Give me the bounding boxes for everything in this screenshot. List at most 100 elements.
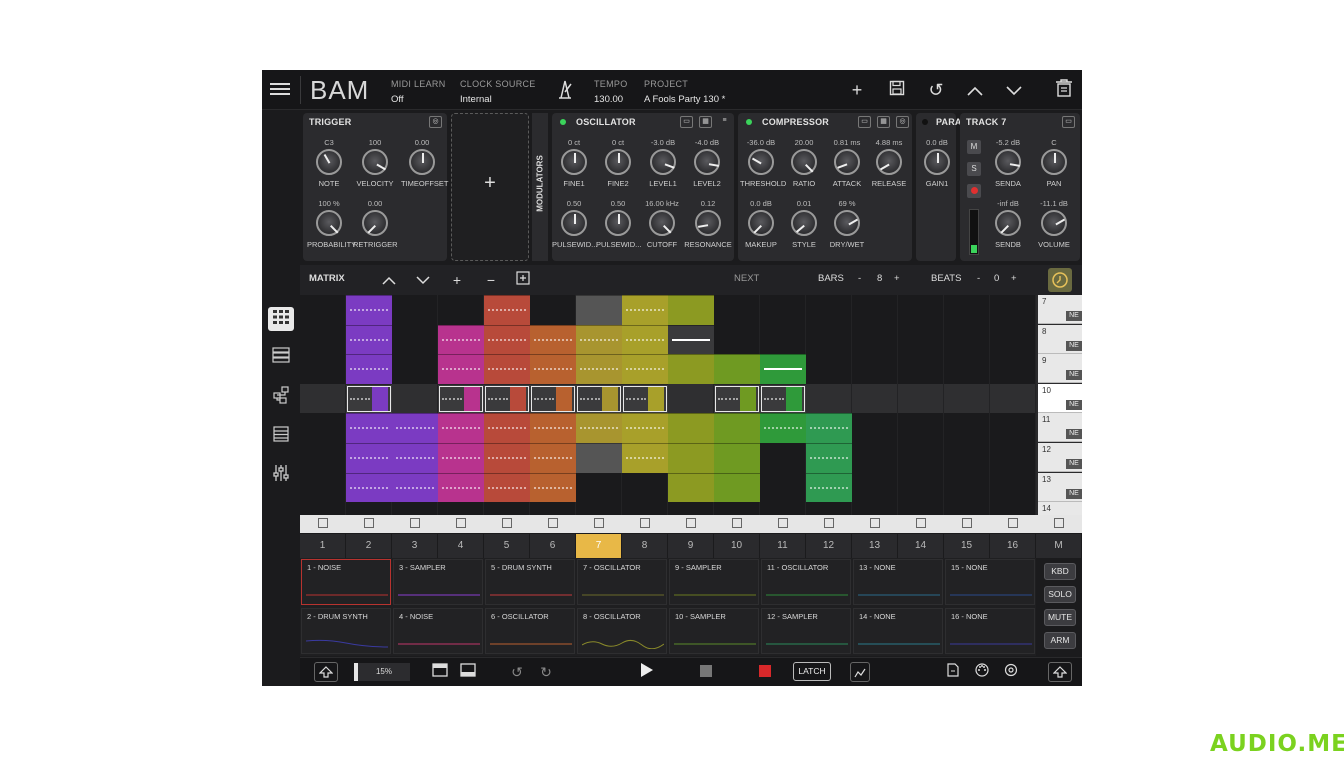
volume-knob[interactable]: -11.1 dB VOLUME xyxy=(1032,199,1076,249)
track-tile[interactable]: 12 - SAMPLER xyxy=(761,608,851,654)
scene-next-action[interactable]: NE xyxy=(1066,429,1082,440)
stop-clip-button[interactable] xyxy=(364,518,374,528)
clip-slot[interactable] xyxy=(576,443,622,473)
clip-slot[interactable] xyxy=(530,413,576,443)
scene-launch-11[interactable]: 11 NE xyxy=(1038,413,1082,443)
fine1-knob[interactable]: 0 ct FINE1 xyxy=(554,138,594,188)
gain1-knob[interactable]: 0.0 dB GAIN1 xyxy=(918,138,956,188)
clip-slot[interactable] xyxy=(714,443,760,473)
clip-slot[interactable] xyxy=(346,383,392,414)
makeup-knob[interactable]: 0.0 dB MAKEUP xyxy=(740,199,782,249)
clip-slot[interactable] xyxy=(438,443,484,473)
pan-knob[interactable]: C PAN xyxy=(1032,138,1076,188)
mute-mode-button[interactable]: MUTE xyxy=(1044,609,1076,626)
track-number-14[interactable]: 14 xyxy=(898,534,944,558)
stop-clip-button[interactable] xyxy=(502,518,512,528)
track-tile[interactable]: 10 - SAMPLER xyxy=(669,608,759,654)
stop-icon[interactable] xyxy=(696,662,716,682)
para-led[interactable] xyxy=(922,119,928,125)
clip-slot[interactable] xyxy=(622,295,668,325)
chevron-up-icon[interactable] xyxy=(964,79,986,101)
clip-slot[interactable] xyxy=(438,383,484,414)
solo-mode-button[interactable]: SOLO xyxy=(1044,586,1076,603)
preset-icon[interactable]: ▭ xyxy=(680,116,693,128)
clip-slot[interactable] xyxy=(392,413,438,443)
expand-up-icon[interactable] xyxy=(1048,662,1072,682)
solo-button[interactable]: S xyxy=(967,162,981,176)
track-number-3[interactable]: 3 xyxy=(392,534,438,558)
pulsewidth1-knob[interactable]: 0.50 PULSEWID... xyxy=(552,199,597,249)
clip-slot[interactable] xyxy=(668,472,714,503)
stop-clip-button[interactable] xyxy=(1008,518,1018,528)
stop-clip-button[interactable] xyxy=(962,518,972,528)
track-number-16[interactable]: 16 xyxy=(990,534,1036,558)
track-number-7[interactable]: 7 xyxy=(576,534,622,558)
clip-slot[interactable] xyxy=(668,295,714,325)
track-tile[interactable]: 13 - NONE xyxy=(853,559,943,605)
save-icon[interactable] xyxy=(886,79,908,101)
automation-icon[interactable] xyxy=(850,662,870,682)
clip-slot[interactable] xyxy=(438,413,484,443)
clip-slot[interactable] xyxy=(346,295,392,325)
clip-slot[interactable] xyxy=(484,324,530,355)
clip-slot[interactable] xyxy=(346,443,392,473)
scene-next-action[interactable]: NE xyxy=(1066,370,1082,381)
level2-knob[interactable]: -4.0 dB LEVEL2 xyxy=(686,138,728,188)
track-tile[interactable]: 6 - OSCILLATOR xyxy=(485,608,575,654)
project-name[interactable]: A Fools Party 130 * xyxy=(644,94,725,105)
undo-icon[interactable]: ↺ xyxy=(925,79,947,101)
clip-slot[interactable] xyxy=(668,443,714,473)
clip-slot[interactable] xyxy=(530,443,576,473)
clip-slot[interactable] xyxy=(622,354,668,384)
chevron-down-icon[interactable] xyxy=(1003,79,1025,101)
clip-slot[interactable] xyxy=(576,354,622,384)
stop-clip-button[interactable] xyxy=(318,518,328,528)
track-number-4[interactable]: 4 xyxy=(438,534,484,558)
oscillator-led[interactable] xyxy=(560,119,566,125)
beats-increment[interactable]: + xyxy=(1011,273,1017,284)
threshold-knob[interactable]: -36.0 dB THRESHOLD xyxy=(740,138,786,188)
clip-slot[interactable] xyxy=(760,354,806,384)
redo-icon[interactable]: ↻ xyxy=(536,662,556,682)
follow-toggle[interactable] xyxy=(1048,268,1072,292)
clip-slot[interactable] xyxy=(392,443,438,473)
scene-launch-9[interactable]: 9 NE xyxy=(1038,354,1082,384)
kbd-button[interactable]: KBD xyxy=(1044,563,1076,580)
clip-slot[interactable] xyxy=(622,443,668,473)
clip-slot[interactable] xyxy=(346,472,392,503)
chevron-up-icon[interactable] xyxy=(379,270,399,290)
stop-clip-button[interactable] xyxy=(686,518,696,528)
top-panel-toggle-icon[interactable] xyxy=(430,662,450,682)
clip-slot[interactable] xyxy=(484,383,530,414)
scene-next-action[interactable]: NE xyxy=(1066,459,1082,469)
matrix-view-icon[interactable] xyxy=(268,307,294,331)
menu-lines-icon[interactable]: ≡ xyxy=(718,116,731,128)
track-tile[interactable]: 7 - OSCILLATOR xyxy=(577,559,667,605)
clip-slot[interactable] xyxy=(668,324,714,355)
fine2-knob[interactable]: 0 ct FINE2 xyxy=(598,138,638,188)
style-knob[interactable]: 0.01 STYLE xyxy=(784,199,824,249)
stop-clip-button[interactable] xyxy=(916,518,926,528)
arrange-view-icon[interactable] xyxy=(268,346,294,370)
cutoff-knob[interactable]: 16.00 kHz CUTOFF xyxy=(638,199,686,249)
track-number-M[interactable]: M xyxy=(1036,534,1082,558)
scene-launch-12[interactable]: 12 NE xyxy=(1038,443,1082,472)
track-number-2[interactable]: 2 xyxy=(346,534,392,558)
stop-clip-button[interactable] xyxy=(824,518,834,528)
retrigger-knob[interactable]: 0.00 RETRIGGER xyxy=(353,199,398,249)
clip-slot[interactable] xyxy=(484,354,530,384)
stop-clip-button[interactable] xyxy=(594,518,604,528)
clip-slot[interactable] xyxy=(346,324,392,355)
clip-slot[interactable] xyxy=(622,383,668,414)
clip-slot[interactable] xyxy=(392,472,438,503)
stop-clip-button[interactable] xyxy=(1054,518,1064,528)
track-number-8[interactable]: 8 xyxy=(622,534,668,558)
timeoffset-knob[interactable]: 0.00 TIMEOFFSET xyxy=(401,138,449,188)
routing-view-icon[interactable] xyxy=(268,386,294,410)
clip-slot[interactable] xyxy=(438,324,484,355)
track-tile[interactable]: 11 - OSCILLATOR xyxy=(761,559,851,605)
clip-slot[interactable] xyxy=(576,413,622,443)
track-number-5[interactable]: 5 xyxy=(484,534,530,558)
record-icon[interactable] xyxy=(755,662,775,682)
clip-slot[interactable] xyxy=(576,295,622,325)
